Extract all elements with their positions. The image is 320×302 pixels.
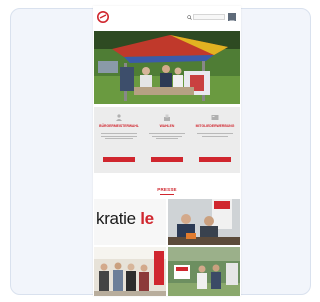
tile-banner-text: kratie le — [96, 209, 154, 228]
column-text — [197, 133, 233, 143]
press-tile[interactable] — [168, 199, 240, 245]
press-tile[interactable]: kratie le — [94, 199, 166, 245]
column-title: BÜRGERMEISTERWAHL — [99, 124, 139, 128]
info-section: BÜRGERMEISTERWAHL WAHLEN MITGLIEDERWERBU… — [94, 107, 240, 173]
press-tile[interactable] — [168, 247, 240, 296]
menu-button[interactable] — [228, 13, 236, 24]
press-photo — [168, 247, 240, 296]
search-input[interactable] — [193, 14, 225, 20]
party-logo-icon[interactable] — [97, 11, 109, 23]
column-button[interactable] — [103, 157, 135, 162]
column-text — [149, 133, 185, 143]
column-membership: MITGLIEDERWERBUNG — [191, 107, 239, 173]
press-photo — [94, 247, 166, 296]
ballot-icon — [164, 114, 170, 121]
hamburger-menu-icon — [229, 20, 235, 24]
press-underline — [160, 194, 174, 195]
column-button[interactable] — [199, 157, 231, 162]
press-heading: PRESSE — [157, 187, 177, 192]
people-icon — [211, 115, 219, 120]
hero-image — [94, 31, 240, 104]
press-photo — [168, 199, 240, 245]
site-header — [93, 6, 241, 28]
column-mayor-election: BÜRGERMEISTERWAHL — [95, 107, 143, 173]
column-title: WAHLEN — [159, 124, 175, 128]
column-title: MITGLIEDERWERBUNG — [195, 124, 235, 128]
hero-photo — [94, 31, 240, 104]
press-tile[interactable] — [94, 247, 166, 296]
website-page: BÜRGERMEISTERWAHL WAHLEN MITGLIEDERWERBU… — [93, 6, 241, 296]
column-button[interactable] — [151, 157, 183, 162]
person-icon — [116, 114, 122, 121]
column-text — [101, 133, 137, 143]
column-elections: WAHLEN — [143, 107, 191, 173]
search-icon[interactable] — [187, 15, 192, 20]
